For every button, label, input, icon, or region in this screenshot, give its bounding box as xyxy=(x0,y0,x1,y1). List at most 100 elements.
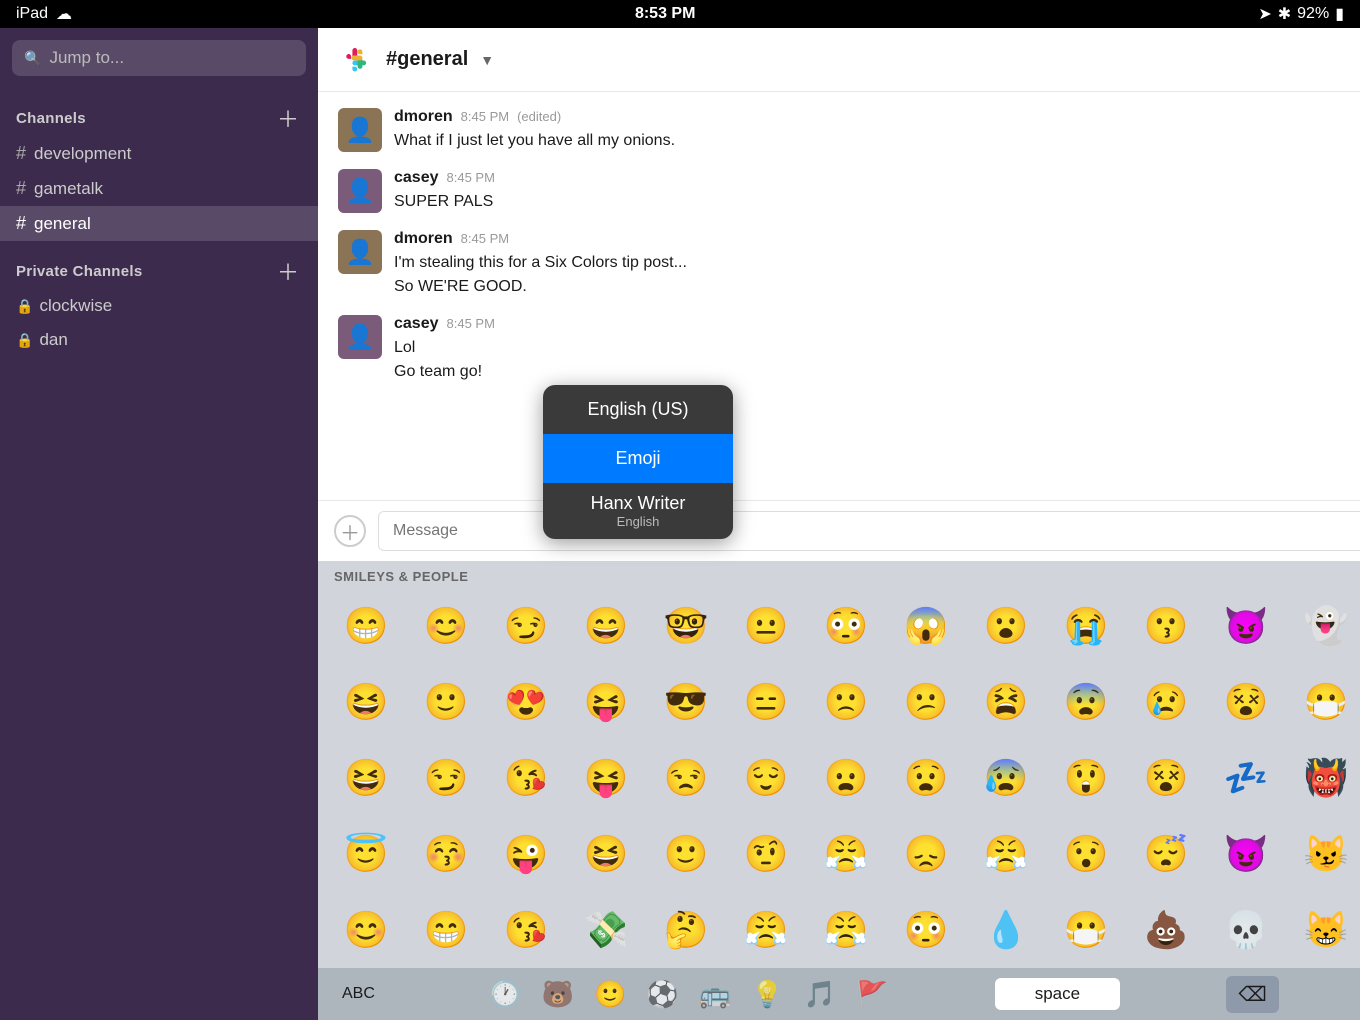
emoji-cell-0-0[interactable]: 😁 xyxy=(326,590,406,662)
emoji-cell-3-5[interactable]: 🤨 xyxy=(726,818,806,890)
emoji-cell-2-12[interactable]: 👹 xyxy=(1286,742,1360,814)
message-content-4: casey 8:45 PM Lol Go team go! xyxy=(394,315,1360,384)
objects-icon[interactable]: 💡 xyxy=(751,979,783,1010)
message-input[interactable] xyxy=(378,511,1360,551)
sports-icon[interactable]: ⚽ xyxy=(646,979,678,1010)
emoji-cell-4-9[interactable]: 😷 xyxy=(1046,894,1126,966)
emoji-cell-2-7[interactable]: 😧 xyxy=(886,742,966,814)
emoji-cell-3-4[interactable]: 🙂 xyxy=(646,818,726,890)
emoji-cell-4-4[interactable]: 🤔 xyxy=(646,894,726,966)
emoji-cell-2-4[interactable]: 😒 xyxy=(646,742,726,814)
emoji-cell-1-5[interactable]: 😑 xyxy=(726,666,806,738)
emoji-cell-3-9[interactable]: 😯 xyxy=(1046,818,1126,890)
emoji-cell-0-11[interactable]: 😈 xyxy=(1206,590,1286,662)
emoji-cell-0-8[interactable]: 😮 xyxy=(966,590,1046,662)
emoji-cell-2-0[interactable]: 😆 xyxy=(326,742,406,814)
emoji-cell-2-5[interactable]: 😌 xyxy=(726,742,806,814)
emoji-cell-3-8[interactable]: 😤 xyxy=(966,818,1046,890)
emoji-cell-3-0[interactable]: 😇 xyxy=(326,818,406,890)
emoji-cell-0-3[interactable]: 😄 xyxy=(566,590,646,662)
emoji-cell-2-1[interactable]: 😏 xyxy=(406,742,486,814)
add-channel-button[interactable]: ＋ xyxy=(274,104,302,132)
message-text-3: I'm stealing this for a Six Colors tip p… xyxy=(394,251,1360,299)
channel-dropdown-icon[interactable]: ▼ xyxy=(480,52,494,68)
emoji-cell-4-1[interactable]: 😁 xyxy=(406,894,486,966)
emoji-cell-3-6[interactable]: 😤 xyxy=(806,818,886,890)
emoji-cell-0-5[interactable]: 😐 xyxy=(726,590,806,662)
emoji-cell-1-2[interactable]: 😍 xyxy=(486,666,566,738)
message-time-4: 8:45 PM xyxy=(447,316,495,331)
emoji-cell-2-10[interactable]: 😵 xyxy=(1126,742,1206,814)
emoji-cell-4-5[interactable]: 😤 xyxy=(726,894,806,966)
emoji-cell-3-11[interactable]: 😈 xyxy=(1206,818,1286,890)
emoji-cell-4-0[interactable]: 😊 xyxy=(326,894,406,966)
sidebar-item-development[interactable]: # development xyxy=(0,136,318,171)
sidebar-item-gametalk[interactable]: # gametalk xyxy=(0,171,318,206)
emoji-cell-1-10[interactable]: 😢 xyxy=(1126,666,1206,738)
emoji-cell-3-2[interactable]: 😜 xyxy=(486,818,566,890)
emoji-row-3: 😇😚😜😆🙂🤨😤😞😤😯😴😈😼😿 xyxy=(318,816,1360,892)
emoji-cell-4-12[interactable]: 😸 xyxy=(1286,894,1360,966)
sidebar-item-general[interactable]: # general xyxy=(0,206,318,241)
emoji-cell-1-12[interactable]: 😷 xyxy=(1286,666,1360,738)
lang-option-emoji[interactable]: Emoji xyxy=(543,434,733,483)
emoji-cell-1-4[interactable]: 😎 xyxy=(646,666,726,738)
emoji-cell-2-8[interactable]: 😰 xyxy=(966,742,1046,814)
emoji-cell-0-12[interactable]: 👻 xyxy=(1286,590,1360,662)
emoji-cell-3-10[interactable]: 😴 xyxy=(1126,818,1206,890)
flags-icon[interactable]: 🚩 xyxy=(856,979,888,1010)
emoji-cell-0-7[interactable]: 😱 xyxy=(886,590,966,662)
emoji-cell-2-2[interactable]: 😘 xyxy=(486,742,566,814)
emoji-cell-4-6[interactable]: 😤 xyxy=(806,894,886,966)
add-private-channel-button[interactable]: ＋ xyxy=(274,257,302,285)
emoji-cell-2-3[interactable]: 😝 xyxy=(566,742,646,814)
emoji-cell-1-1[interactable]: 🙂 xyxy=(406,666,486,738)
message-time-2: 8:45 PM xyxy=(447,170,495,185)
symbols-icon[interactable]: 🎵 xyxy=(804,979,836,1010)
emoji-row-0: 😁😊😏😄🤓😐😳😱😮😭😗😈👻😂 xyxy=(318,588,1360,664)
emoji-cell-0-6[interactable]: 😳 xyxy=(806,590,886,662)
emoji-cell-0-2[interactable]: 😏 xyxy=(486,590,566,662)
emoji-cell-0-4[interactable]: 🤓 xyxy=(646,590,726,662)
emoji-cell-4-8[interactable]: 💧 xyxy=(966,894,1046,966)
emoji-cell-3-1[interactable]: 😚 xyxy=(406,818,486,890)
emoji-cell-1-3[interactable]: 😝 xyxy=(566,666,646,738)
emoji-cell-4-3[interactable]: 💸 xyxy=(566,894,646,966)
emoji-cell-0-1[interactable]: 😊 xyxy=(406,590,486,662)
emoji-cell-3-7[interactable]: 😞 xyxy=(886,818,966,890)
emoji-cell-1-11[interactable]: 😵 xyxy=(1206,666,1286,738)
emoji-cell-2-6[interactable]: 😦 xyxy=(806,742,886,814)
emoji-cell-1-6[interactable]: 🙁 xyxy=(806,666,886,738)
jump-to-search[interactable]: 🔍 Jump to... xyxy=(12,40,306,76)
message-4: 👤 casey 8:45 PM Lol Go team go! xyxy=(338,315,1360,384)
lang-option-hanx[interactable]: Hanx WriterEnglish xyxy=(543,483,733,539)
delete-button[interactable]: ⌫ xyxy=(1226,976,1278,1013)
travel-icon[interactable]: 🚌 xyxy=(699,979,731,1010)
emoji-cell-4-10[interactable]: 💩 xyxy=(1126,894,1206,966)
smileys-icon[interactable]: 🙂 xyxy=(594,979,626,1010)
space-button[interactable]: space xyxy=(995,978,1120,1010)
lang-option-english[interactable]: English (US) xyxy=(543,385,733,434)
emoji-cell-1-8[interactable]: 😫 xyxy=(966,666,1046,738)
emoji-cell-4-7[interactable]: 😳 xyxy=(886,894,966,966)
emoji-cell-4-2[interactable]: 😘 xyxy=(486,894,566,966)
emoji-cell-3-3[interactable]: 😆 xyxy=(566,818,646,890)
sidebar-item-clockwise[interactable]: 🔒 clockwise xyxy=(0,289,318,323)
emoji-cell-1-9[interactable]: 😨 xyxy=(1046,666,1126,738)
animals-icon[interactable]: 🐻 xyxy=(542,979,574,1010)
recent-icon[interactable]: 🕐 xyxy=(489,979,521,1010)
abc-button[interactable]: ABC xyxy=(334,981,383,1007)
emoji-cell-4-11[interactable]: 💀 xyxy=(1206,894,1286,966)
add-attachment-button[interactable]: ＋ xyxy=(334,515,366,547)
emoji-cell-0-10[interactable]: 😗 xyxy=(1126,590,1206,662)
emoji-cell-1-7[interactable]: 😕 xyxy=(886,666,966,738)
message-content-3: dmoren 8:45 PM I'm stealing this for a S… xyxy=(394,230,1360,299)
emoji-cell-0-9[interactable]: 😭 xyxy=(1046,590,1126,662)
emoji-cell-2-9[interactable]: 😲 xyxy=(1046,742,1126,814)
emoji-cell-3-12[interactable]: 😼 xyxy=(1286,818,1360,890)
message-meta-3: dmoren 8:45 PM xyxy=(394,230,1360,248)
emoji-cell-1-0[interactable]: 😆 xyxy=(326,666,406,738)
emoji-cell-2-11[interactable]: 💤 xyxy=(1206,742,1286,814)
messages-area[interactable]: 👤 dmoren 8:45 PM (edited) What if I just… xyxy=(318,92,1360,500)
sidebar-item-dan[interactable]: 🔒 dan xyxy=(0,323,318,357)
